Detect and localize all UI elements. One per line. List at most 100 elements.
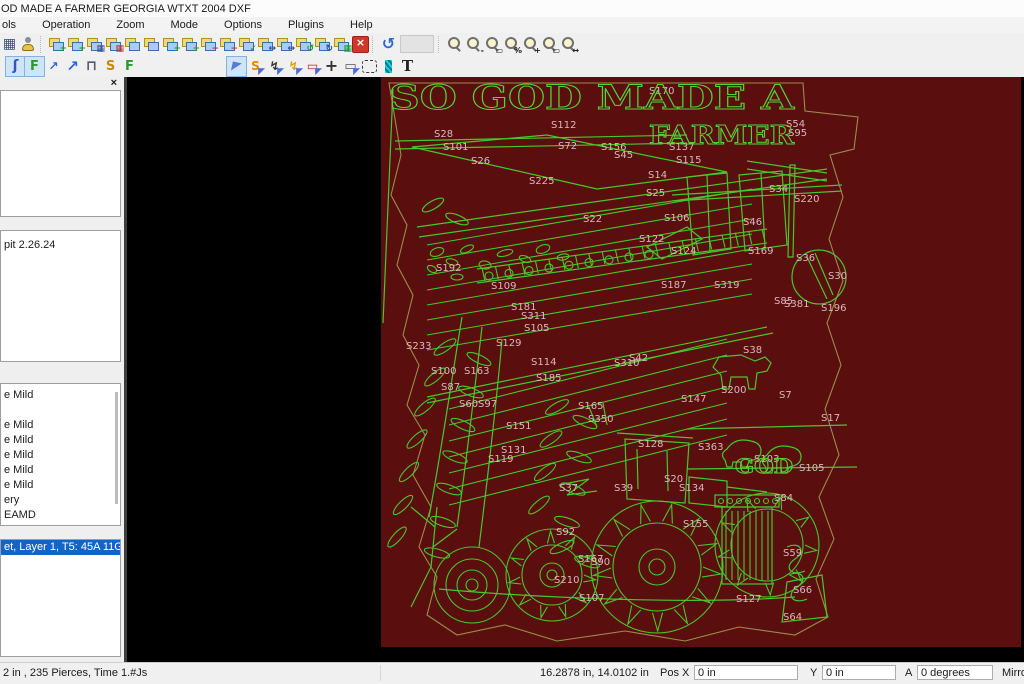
part-label: S122 bbox=[639, 234, 664, 245]
status-summary: 2 in , 235 Pierces, Time 1.#Js bbox=[3, 667, 148, 679]
menu-operation[interactable]: Operation bbox=[40, 19, 100, 31]
marquee-select-icon[interactable]: ▭ ◤ bbox=[341, 57, 360, 76]
part-label: S311 bbox=[521, 311, 546, 322]
tool-list-item[interactable]: e Mild bbox=[1, 388, 120, 403]
part-properties-icon[interactable]: F bbox=[24, 55, 45, 77]
part-label: S112 bbox=[551, 120, 576, 131]
info-line: pit 2.26.24 bbox=[4, 239, 56, 251]
part-label: S97 bbox=[478, 399, 497, 410]
art-word-god: GOD bbox=[735, 454, 793, 478]
tool-list-item[interactable]: e Mild bbox=[1, 418, 120, 433]
zoom-in-icon[interactable]: + bbox=[521, 35, 541, 54]
part-label: S30 bbox=[828, 271, 847, 282]
part-group-icon[interactable] bbox=[142, 35, 161, 54]
list-scrollbar[interactable] bbox=[115, 392, 118, 504]
part-label: S37 bbox=[559, 483, 578, 494]
part-label: S114 bbox=[531, 357, 556, 368]
move-arrow-icon[interactable]: ↗ bbox=[44, 57, 63, 76]
append-part-icon[interactable]: + bbox=[180, 35, 200, 54]
part-label: S85 bbox=[774, 296, 793, 307]
undo-icon[interactable]: ↺ bbox=[379, 35, 398, 54]
spreadsheet-icon[interactable]: ▦ bbox=[0, 35, 19, 54]
tool-list-item[interactable]: ery bbox=[1, 493, 120, 508]
part-label: S187 bbox=[661, 280, 686, 291]
zoom-window-icon[interactable]: ▭ bbox=[483, 35, 503, 54]
posx-field[interactable]: 0 in bbox=[694, 665, 798, 680]
close-icon[interactable]: × bbox=[111, 77, 117, 89]
selected-layer-item[interactable]: et, Layer 1, T5: 45A 11G Fine ... bbox=[1, 540, 120, 555]
select-speed-icon[interactable]: ↯ ◤ bbox=[265, 57, 284, 76]
y-field[interactable]: 0 in bbox=[822, 665, 896, 680]
tool-list-item[interactable]: e Mild bbox=[1, 433, 120, 448]
menu-help[interactable]: Help bbox=[348, 19, 383, 31]
part-label: S106 bbox=[664, 213, 689, 224]
text-tool-icon[interactable]: T bbox=[398, 57, 417, 76]
part-label: S87 bbox=[441, 382, 460, 393]
copy-part-icon[interactable]: ▦ bbox=[85, 35, 105, 54]
paste-part-icon[interactable]: ▦ bbox=[104, 35, 124, 54]
tool-list-item[interactable]: e Mild bbox=[1, 478, 120, 493]
part-outline-icon[interactable]: F bbox=[120, 57, 139, 76]
part-label: S192 bbox=[436, 263, 461, 274]
lasso-select-icon[interactable] bbox=[360, 57, 379, 76]
part-label: S169 bbox=[748, 246, 773, 257]
part-label: S155 bbox=[683, 519, 708, 530]
sequence-icon[interactable]: S bbox=[101, 57, 120, 76]
title-bar: OD MADE A FARMER GEORGIA WTXT 2004 DXF bbox=[0, 0, 1024, 17]
select-pierce-icon[interactable]: ↯ ◤ bbox=[284, 57, 303, 76]
line-arrow-icon[interactable]: ↗ bbox=[63, 57, 82, 76]
pan-move-icon[interactable]: + bbox=[322, 57, 341, 76]
duplicate-part-icon[interactable] bbox=[123, 35, 142, 54]
part-label: S220 bbox=[794, 194, 819, 205]
part-label: S59 bbox=[783, 548, 802, 559]
tool-list-item[interactable] bbox=[1, 403, 120, 418]
zoom-extents-icon[interactable]: ↔ bbox=[559, 35, 579, 54]
drawing-canvas[interactable]: S170 S112 S72 S101 S28 S26 S225 S45 S156 S137 S115… bbox=[127, 77, 1024, 662]
menu-options[interactable]: Options bbox=[222, 19, 272, 31]
part-label: S163 bbox=[464, 366, 489, 377]
verify-part-icon[interactable]: ✓ bbox=[237, 35, 257, 54]
part-label: S72 bbox=[558, 141, 577, 152]
part-table-icon[interactable]: ▦ bbox=[332, 35, 352, 54]
delete-part-icon[interactable]: × bbox=[351, 35, 370, 54]
select-sequence-icon[interactable]: S ◤ bbox=[246, 57, 265, 76]
add-part-icon[interactable]: + bbox=[47, 35, 67, 54]
menu-bar: ols Operation Zoom Mode Options Plugins Help bbox=[0, 17, 1024, 33]
menu-ols[interactable]: ols bbox=[0, 19, 26, 31]
menu-plugins[interactable]: Plugins bbox=[286, 19, 334, 31]
part-label: S17 bbox=[821, 413, 840, 424]
a-field[interactable]: 0 degrees bbox=[917, 665, 993, 680]
select-icon[interactable]: ◤ bbox=[226, 55, 247, 77]
menu-mode[interactable]: Mode bbox=[169, 19, 209, 31]
part-label: S26 bbox=[471, 156, 490, 167]
part-label: S165 bbox=[578, 401, 603, 412]
path-edit-icon[interactable]: ʃ bbox=[5, 55, 26, 77]
zoom-percent-icon[interactable]: % bbox=[502, 35, 522, 54]
part-label: S22 bbox=[583, 214, 602, 225]
posx-label: Pos X bbox=[660, 667, 690, 679]
zoom-sheet-icon[interactable]: ▭ bbox=[540, 35, 560, 54]
nest-up-icon[interactable]: ↔ bbox=[256, 35, 276, 54]
machine-icon[interactable]: ⊓ bbox=[82, 57, 101, 76]
redo-blank-button[interactable] bbox=[400, 35, 434, 53]
tool-list-item[interactable]: e Mild bbox=[1, 448, 120, 463]
part-label: S7 bbox=[779, 390, 792, 401]
user-icon[interactable] bbox=[19, 35, 38, 54]
nest-down-icon[interactable]: ↔ bbox=[275, 35, 295, 54]
tool-list-item[interactable]: e Mild bbox=[1, 463, 120, 478]
select-region-icon[interactable]: ▭ ◤ bbox=[303, 57, 322, 76]
zoom-out-icon[interactable]: - bbox=[464, 35, 484, 54]
rotate-ccw-part-icon[interactable]: ↺ bbox=[294, 35, 314, 54]
import-part-icon[interactable]: + bbox=[66, 35, 86, 54]
part-label: S34 bbox=[769, 184, 788, 195]
insert-part-icon[interactable]: + bbox=[161, 35, 181, 54]
measure-icon[interactable] bbox=[379, 57, 398, 76]
replace-part-icon[interactable]: − bbox=[218, 35, 238, 54]
remove-part-icon[interactable]: − bbox=[199, 35, 219, 54]
rotate-cw-part-icon[interactable]: ↻ bbox=[313, 35, 333, 54]
tool-list: e Mild e Mild e Mild e Mild e Mild e Mild ery E… bbox=[0, 383, 121, 526]
tool-list-item[interactable]: EAMD bbox=[1, 508, 120, 523]
menu-zoom[interactable]: Zoom bbox=[114, 19, 154, 31]
zoom-icon[interactable] bbox=[445, 35, 464, 54]
layer-list: et, Layer 1, T5: 45A 11G Fine ... bbox=[0, 539, 121, 657]
